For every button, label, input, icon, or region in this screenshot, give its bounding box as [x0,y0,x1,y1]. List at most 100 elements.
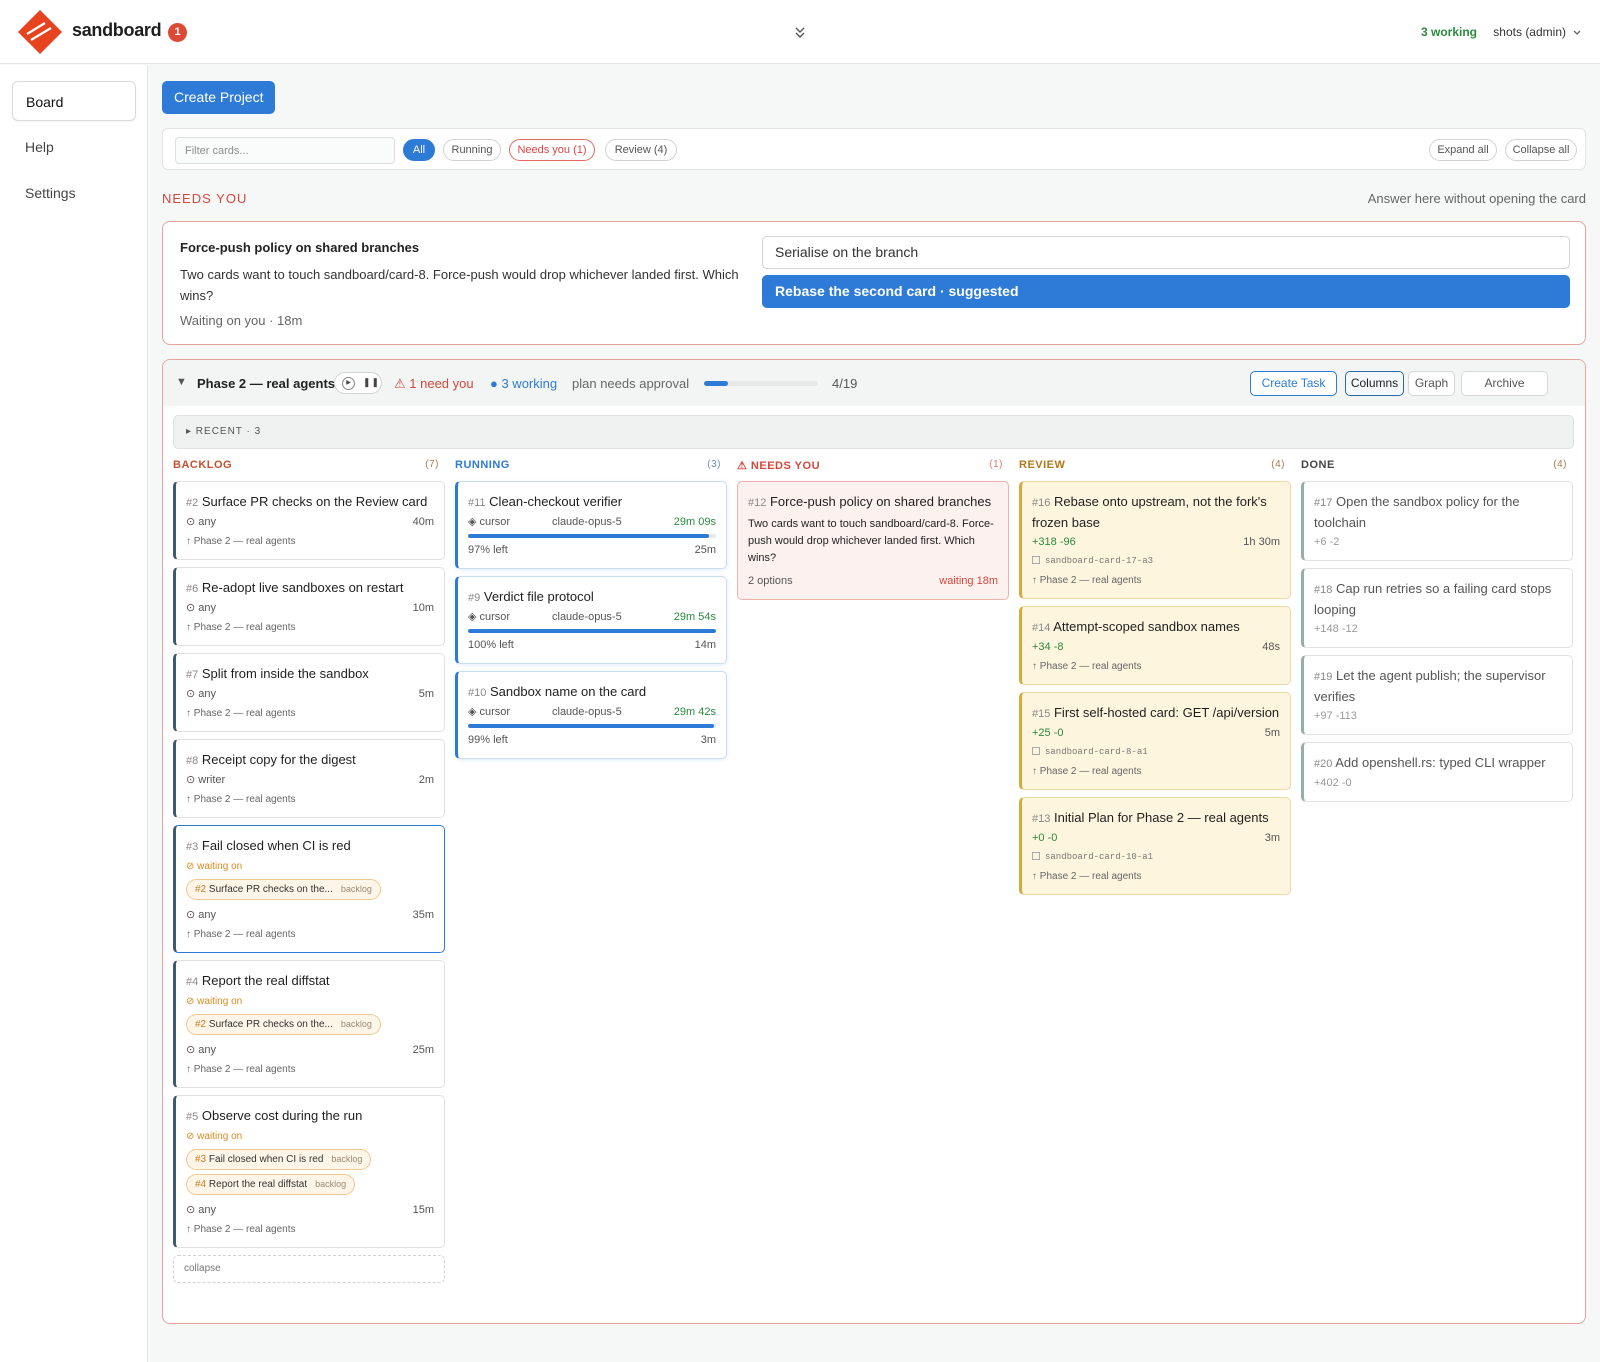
phase-progress-fill [704,381,728,386]
card[interactable]: #2 Surface PR checks on the Review card … [173,481,445,560]
card[interactable]: #15 First self-hosted card: GET /api/ver… [1019,692,1291,790]
elapsed-time: 29m 42s [673,706,716,718]
recent-toggle[interactable]: ▸ RECENT · 3 [173,415,1574,449]
view-columns-button[interactable]: Columns [1345,371,1404,396]
options-count: 2 options [748,575,793,587]
card[interactable]: #5 Observe cost during the run ⊘ waiting… [173,1095,445,1248]
expand-all-button[interactable]: Expand all [1429,139,1497,161]
column-needs-you: ⚠ NEEDS YOU (1) #12 Force-push policy on… [737,459,1009,607]
phase-title[interactable]: Phase 2 — real agents [197,376,335,391]
filter-pill-needs-you[interactable]: Needs you (1) [509,139,595,161]
card-meta: ◈ cursor claude-opus-5 29m 09s [468,513,716,532]
user-menu[interactable]: shots (admin) [1493,25,1566,39]
sidebar-item-board[interactable]: Board [12,81,136,121]
run-progress-fill [468,724,714,728]
card[interactable]: #17 Open the sandbox policy for the tool… [1301,481,1573,561]
checkbox-icon[interactable] [1032,747,1040,755]
card[interactable]: #8 Receipt copy for the digest ⊙ writer 2… [173,739,445,818]
branch-name[interactable]: sandboard-card-10-a1 [1032,848,1280,867]
filter-pill-all[interactable]: All [403,139,435,161]
card[interactable]: #6 Re-adopt live sandboxes on restart ⊙ … [173,567,445,646]
branch-name[interactable]: sandboard-card-17-a3 [1032,552,1280,571]
collapse-button[interactable]: collapse [173,1255,445,1283]
sidebar-item-help[interactable]: Help [12,127,136,167]
waiting-time: waiting 18m [939,575,998,587]
card-phase[interactable]: ↑ Phase 2 — real agents [186,1220,434,1239]
card-time: 2m [418,774,434,786]
card[interactable]: #10 Sandbox name on the card ◈ cursor cla… [455,671,727,759]
checkbox-icon[interactable] [1032,556,1040,564]
card[interactable]: #9 Verdict file protocol ◈ cursor claude-… [455,576,727,664]
collapse-all-button[interactable]: Collapse all [1505,139,1577,161]
card-phase[interactable]: ↑ Phase 2 — real agents [1032,657,1280,676]
card-title: #10 Sandbox name on the card [468,684,647,699]
card[interactable]: #13 Initial Plan for Phase 2 — real agen… [1019,797,1291,895]
column-done: DONE (4) #17 Open the sandbox policy for… [1301,459,1573,809]
notification-badge[interactable]: 1 [168,23,187,42]
dependency-chip[interactable]: #3 Fail closed when CI is red backlog [186,1149,372,1170]
card-phase[interactable]: ↑ Phase 2 — real agents [1032,867,1280,886]
double-chevron-down-icon[interactable] [792,22,808,42]
working-indicator[interactable]: 3 working [1421,25,1477,39]
card-number: #14 [1032,622,1051,634]
card[interactable]: #19 Let the agent publish; the superviso… [1301,655,1573,735]
card-phase[interactable]: ↑ Phase 2 — real agents [186,1060,434,1079]
card-phase[interactable]: ↑ Phase 2 — real agents [186,790,434,809]
filter-bar: All Running Needs you (1) Review (4) Exp… [162,128,1586,170]
card-title: #2 Surface PR checks on the Review card [186,494,428,509]
card-phase[interactable]: ↑ Phase 2 — real agents [186,532,434,551]
collapse-triangle-icon[interactable]: ▼ [176,376,187,388]
answer-option-rebase-suggested[interactable]: Rebase the second card · suggested [762,275,1570,308]
dependency-chip[interactable]: #2 Surface PR checks on the... backlog [186,879,381,900]
card[interactable]: #4 Report the real diffstat ⊘ waiting on… [173,960,445,1088]
create-project-button[interactable]: Create Project [162,81,276,114]
card-time: 10m [412,602,434,614]
filter-pill-running[interactable]: Running [443,139,501,161]
diffstat: +0 -0 [1032,832,1058,844]
card[interactable]: #7 Split from inside the sandbox ⊙ any 5m… [173,653,445,732]
filter-cards-input[interactable] [175,137,395,164]
play-icon[interactable]: ▶ [342,377,355,390]
agent-label: ⊙ any [186,516,217,528]
card[interactable]: #11 Clean-checkout verifier ◈ cursor clau… [455,481,727,569]
card[interactable]: #20 Add openshell.rs: typed CLI wrapper … [1301,742,1573,802]
dependency-chip[interactable]: #2 Surface PR checks on the... backlog [186,1014,381,1035]
checkbox-icon[interactable] [1032,852,1040,860]
sidebar-item-settings[interactable]: Settings [12,173,136,213]
column-count: (7) [425,459,439,470]
dependency-chip[interactable]: #4 Report the real diffstat backlog [186,1174,356,1195]
budget-left: 97% left [468,544,508,556]
card[interactable]: #3 Fail closed when CI is red ⊘ waiting … [173,825,445,953]
chevron-down-icon[interactable] [1572,27,1582,39]
card-phase[interactable]: ↑ Phase 2 — real agents [186,925,434,944]
card-phase[interactable]: ↑ Phase 2 — real agents [186,704,434,723]
branch-name[interactable]: sandboard-card-8-a1 [1032,743,1280,762]
column-title: BACKLOG [173,459,233,471]
card-title: #18 Cap run retries so a failing card st… [1314,581,1552,617]
filter-pill-review[interactable]: Review (4) [605,139,677,161]
app-name[interactable]: sandboard [72,20,162,41]
question-title: Force-push policy on shared branches [180,240,420,255]
phase-need-you[interactable]: ⚠ 1 need you [394,376,474,392]
pause-icon[interactable]: ❚❚ [363,377,380,388]
card-phase[interactable]: ↑ Phase 2 — real agents [1032,571,1280,590]
agent-label: ◈ cursor [468,516,511,528]
create-task-button[interactable]: Create Task [1250,371,1337,396]
view-graph-button[interactable]: Graph [1408,371,1455,396]
card-footer: 99% left 3m [468,731,716,750]
play-pause-control[interactable]: ▶ ❚❚ [334,372,382,394]
card-meta: ⊙ any 35m [186,906,434,925]
agent-label: ⊙ any [186,688,217,700]
card[interactable]: #12 Force-push policy on shared branches… [737,481,1009,600]
sandboard-logo-icon[interactable] [18,10,62,54]
card[interactable]: #14 Attempt-scoped sandbox names +34 -8 4… [1019,606,1291,685]
card-phase[interactable]: ↑ Phase 2 — real agents [1032,762,1280,781]
card[interactable]: #18 Cap run retries so a failing card st… [1301,568,1573,648]
answer-option-serialise[interactable]: Serialise on the branch [762,236,1570,269]
elapsed-time: 29m 09s [673,516,716,528]
archive-button[interactable]: Archive [1461,371,1548,396]
phase-working[interactable]: ● 3 working [490,376,557,391]
card-phase[interactable]: ↑ Phase 2 — real agents [186,618,434,637]
card[interactable]: #16 Rebase onto upstream, not the fork's… [1019,481,1291,599]
card-title: #15 First self-hosted card: GET /api/ver… [1032,705,1280,720]
